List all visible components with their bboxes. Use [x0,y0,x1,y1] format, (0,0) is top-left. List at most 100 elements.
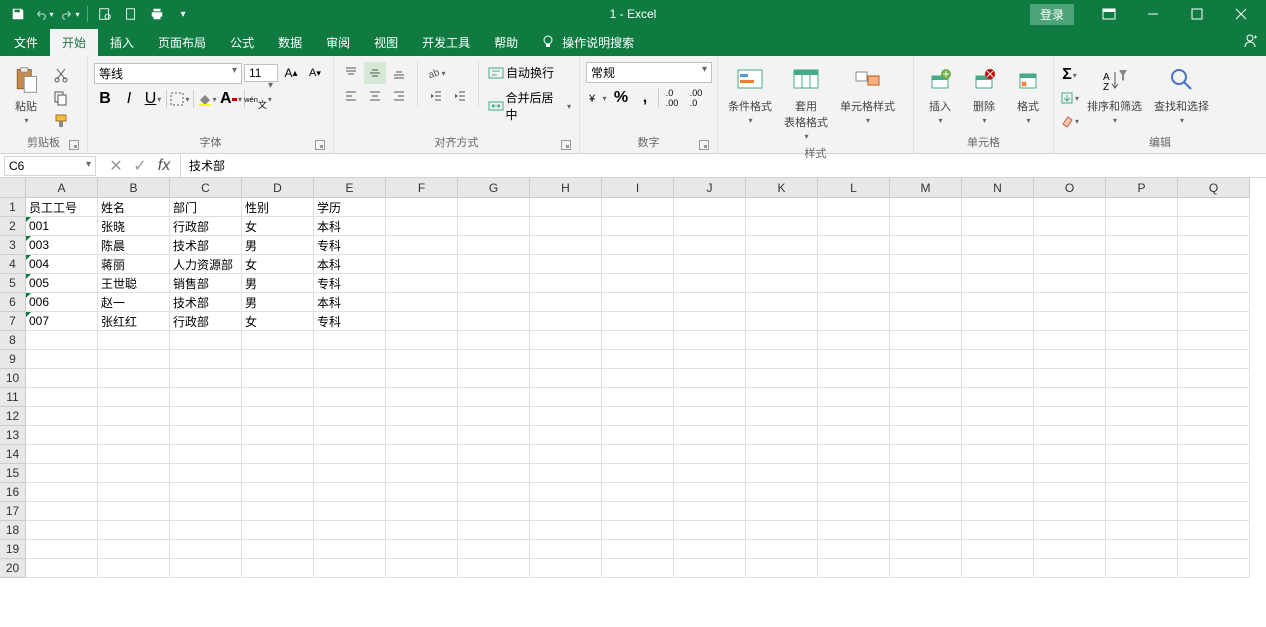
cell[interactable] [314,464,386,483]
cell[interactable] [98,350,170,369]
cell[interactable] [1106,483,1178,502]
paste-button[interactable]: 粘贴 ▾ [6,62,46,127]
cell[interactable] [386,255,458,274]
cell[interactable] [242,559,314,578]
cell[interactable] [1106,350,1178,369]
cell[interactable] [890,255,962,274]
cell[interactable] [602,198,674,217]
cell[interactable] [242,445,314,464]
cell[interactable] [242,388,314,407]
cell[interactable] [170,369,242,388]
cell[interactable] [1034,331,1106,350]
cell[interactable] [386,312,458,331]
cell[interactable] [602,559,674,578]
cell[interactable] [1106,388,1178,407]
cell[interactable] [962,559,1034,578]
cell[interactable] [98,464,170,483]
cell[interactable] [1178,426,1250,445]
cell[interactable] [674,407,746,426]
border-icon[interactable]: ▾ [169,88,191,110]
comma-icon[interactable]: , [634,87,656,109]
cell[interactable] [26,331,98,350]
print-icon[interactable] [145,2,169,26]
cell[interactable] [314,369,386,388]
cell[interactable] [962,464,1034,483]
cell[interactable] [890,369,962,388]
row-header[interactable]: 12 [0,407,26,426]
cell[interactable] [458,388,530,407]
font-dialog-launcher[interactable] [315,140,325,150]
cell[interactable] [890,331,962,350]
cell[interactable] [458,350,530,369]
row-header[interactable]: 8 [0,331,26,350]
cell[interactable] [170,540,242,559]
cell[interactable] [890,464,962,483]
cell[interactable] [746,312,818,331]
cell[interactable] [890,217,962,236]
tab-review[interactable]: 审阅 [314,29,362,56]
cell[interactable] [602,350,674,369]
cell[interactable] [314,540,386,559]
cell[interactable] [26,502,98,521]
cell[interactable] [1034,407,1106,426]
increase-decimal-icon[interactable]: .0.00 [661,87,683,109]
cell[interactable] [746,350,818,369]
cell[interactable] [746,426,818,445]
cell[interactable] [314,426,386,445]
cell[interactable] [458,464,530,483]
cell[interactable] [242,483,314,502]
cell[interactable] [1034,388,1106,407]
row-header[interactable]: 4 [0,255,26,274]
row-header[interactable]: 3 [0,236,26,255]
cell[interactable]: 本科 [314,255,386,274]
cell[interactable] [242,521,314,540]
cell[interactable] [386,521,458,540]
cell[interactable] [890,293,962,312]
cell[interactable] [746,198,818,217]
cell[interactable] [746,407,818,426]
cell[interactable] [602,388,674,407]
cell[interactable] [386,559,458,578]
cell[interactable] [1106,559,1178,578]
cell[interactable] [1178,445,1250,464]
cell[interactable] [98,540,170,559]
select-all-corner[interactable] [0,178,26,198]
cell[interactable] [890,312,962,331]
cell[interactable]: 007 [26,312,98,331]
cell[interactable] [98,388,170,407]
cell[interactable] [674,540,746,559]
cell[interactable] [386,407,458,426]
cell[interactable] [1034,350,1106,369]
row-header[interactable]: 1 [0,198,26,217]
cell[interactable] [26,521,98,540]
name-box[interactable]: C6 [4,156,96,176]
copy-icon[interactable] [50,87,72,109]
table-format-button[interactable]: 套用 表格格式▾ [780,62,832,143]
cell[interactable] [602,255,674,274]
tab-insert[interactable]: 插入 [98,29,146,56]
cell[interactable] [746,502,818,521]
cell[interactable] [890,274,962,293]
cell[interactable] [890,236,962,255]
cell[interactable] [1178,255,1250,274]
cell[interactable] [1178,521,1250,540]
cell[interactable] [746,331,818,350]
cell[interactable] [26,407,98,426]
cell[interactable] [818,540,890,559]
merge-center-button[interactable]: 合并后居中 ▾ [486,87,573,125]
row-header[interactable]: 7 [0,312,26,331]
cell[interactable] [674,274,746,293]
cell[interactable] [1106,464,1178,483]
cell[interactable] [818,312,890,331]
cell[interactable] [170,483,242,502]
align-dialog-launcher[interactable] [561,140,571,150]
cell[interactable] [746,559,818,578]
cell[interactable]: 技术部 [170,293,242,312]
cell[interactable] [98,331,170,350]
cell[interactable] [386,217,458,236]
cell[interactable] [674,198,746,217]
cell[interactable]: 行政部 [170,312,242,331]
share-icon[interactable] [1242,33,1258,52]
row-header[interactable]: 2 [0,217,26,236]
cell[interactable] [962,483,1034,502]
